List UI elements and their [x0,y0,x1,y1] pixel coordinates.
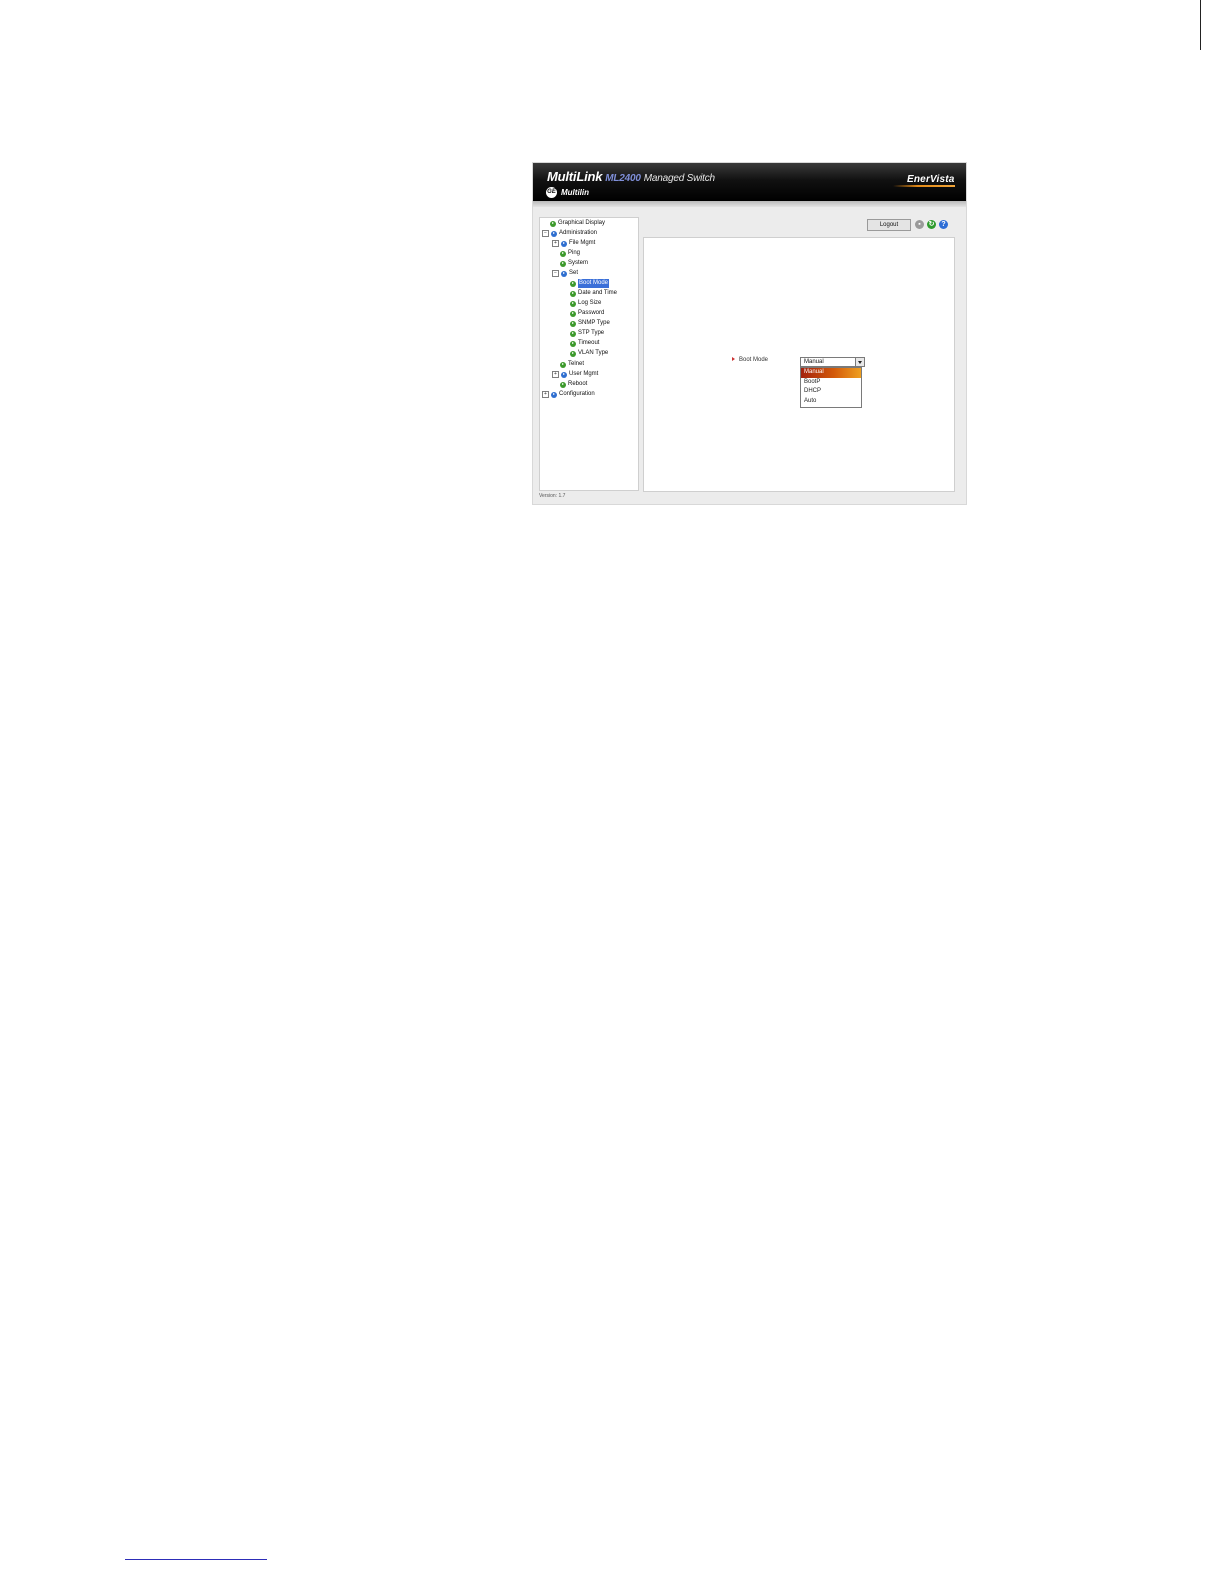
tree-item-label-selected: Boot Mode [578,279,610,288]
tree-item-stp-type[interactable]: STP Type [570,329,604,338]
tree-item-telnet[interactable]: Telnet [560,360,584,369]
node-arrow-icon [560,250,566,257]
help-icon[interactable]: ? [939,220,948,229]
tree-item-label: SNMP Type [578,320,610,326]
tree-item-label: Date and Time [578,290,618,296]
expand-icon[interactable]: + [542,391,549,398]
tree-item-graphical-display[interactable]: Graphical Display [550,219,605,228]
node-arrow-icon [570,280,576,287]
tree-item-label: Configuration [559,391,595,397]
brand-name: MultiLink [547,169,603,184]
banner-divider [533,201,966,207]
collapse-icon[interactable]: − [542,230,549,237]
node-arrow-icon [560,361,566,368]
tree-item-label: User Mgmt [569,371,599,377]
version-label: Version: 1.7 [539,493,566,499]
tree-item-file-mgmt[interactable]: + File Mgmt [552,239,595,248]
multilin-brand: Multilin [561,188,589,197]
collapse-icon[interactable]: − [552,270,559,277]
tree-item-label: Reboot [568,381,588,387]
tree-item-label: VLAN Type [578,350,609,356]
tree-item-set[interactable]: − Set [552,269,578,278]
node-arrow-icon [561,371,567,378]
tree-item-label: Graphical Display [558,220,606,226]
boot-mode-label: Boot Mode [732,357,768,363]
node-arrow-icon [570,300,576,307]
tree-item-date-time[interactable]: Date and Time [570,289,617,298]
node-arrow-icon [551,230,557,237]
tree-item-label: Telnet [568,361,585,367]
node-arrow-icon [570,350,576,357]
node-arrow-icon [570,310,576,317]
tree-item-vlan-type[interactable]: VLAN Type [570,349,608,358]
option-dhcp[interactable]: DHCP [801,387,861,397]
option-auto[interactable]: Auto [801,397,861,407]
field-arrow-icon [732,357,735,362]
node-arrow-icon [550,220,556,227]
page-edge-rule [1200,0,1201,50]
node-arrow-icon [561,270,567,277]
product-title: MultiLink ML2400 Managed Switch [547,169,715,184]
boot-mode-dropdown: Manual BootP DHCP Auto [800,367,862,408]
tree-item-label: STP Type [578,330,605,336]
tree-item-user-mgmt[interactable]: + User Mgmt [552,370,598,379]
footnote-rule [125,1559,267,1560]
enervista-swoosh [893,185,955,187]
save-icon[interactable]: ▪ [915,220,924,229]
node-arrow-icon [570,290,576,297]
node-arrow-icon [570,320,576,327]
node-arrow-icon [570,340,576,347]
boot-mode-selected-value: Manual [804,359,824,365]
enervista-logo: EnerVista [907,174,955,185]
tree-item-ping[interactable]: Ping [560,249,580,258]
tree-item-label: Password [578,310,605,316]
tree-item-administration[interactable]: − Administration [542,229,597,238]
expand-icon[interactable]: + [552,371,559,378]
option-bootp[interactable]: BootP [801,378,861,388]
tree-item-configuration[interactable]: + Configuration [542,390,595,399]
ge-logo-icon: GE [546,187,557,198]
tree-item-label: Ping [568,250,581,256]
header-banner: MultiLink ML2400 Managed Switch GE Multili… [533,163,966,201]
expand-icon[interactable]: + [552,240,559,247]
tree-item-timeout[interactable]: Timeout [570,339,599,348]
tree-item-label: System [568,260,589,266]
switch-web-ui: MultiLink ML2400 Managed Switch GE Multili… [533,163,966,504]
tree-item-label: Administration [559,230,598,236]
tree-item-label: Timeout [578,340,600,346]
logout-button[interactable]: Logout [867,219,911,231]
node-arrow-icon [560,381,566,388]
product-subtitle: Managed Switch [643,173,715,184]
tree-item-log-size[interactable]: Log Size [570,299,601,308]
navigation-tree: Graphical Display − Administration + Fil… [539,217,639,491]
boot-mode-select[interactable]: Manual [800,357,865,367]
boot-mode-label-text: Boot Mode [739,357,769,363]
node-arrow-icon [570,330,576,337]
tree-item-boot-mode[interactable]: Boot Mode [570,279,610,288]
tree-item-label: Set [569,270,579,276]
tree-item-reboot[interactable]: Reboot [560,380,587,389]
node-arrow-icon [561,240,567,247]
chevron-down-icon[interactable] [855,358,864,366]
option-manual[interactable]: Manual [801,368,861,378]
tree-item-system[interactable]: System [560,259,588,268]
content-panel: Boot Mode Manual Manual BootP DHCP Auto [643,237,955,492]
tree-item-snmp-type[interactable]: SNMP Type [570,319,610,328]
refresh-icon[interactable]: ↻ [927,220,936,229]
node-arrow-icon [560,260,566,267]
node-arrow-icon [551,391,557,398]
model-name: ML2400 [605,173,641,184]
tree-item-label: File Mgmt [569,240,596,246]
tree-item-password[interactable]: Password [570,309,604,318]
tree-item-label: Log Size [578,300,602,306]
